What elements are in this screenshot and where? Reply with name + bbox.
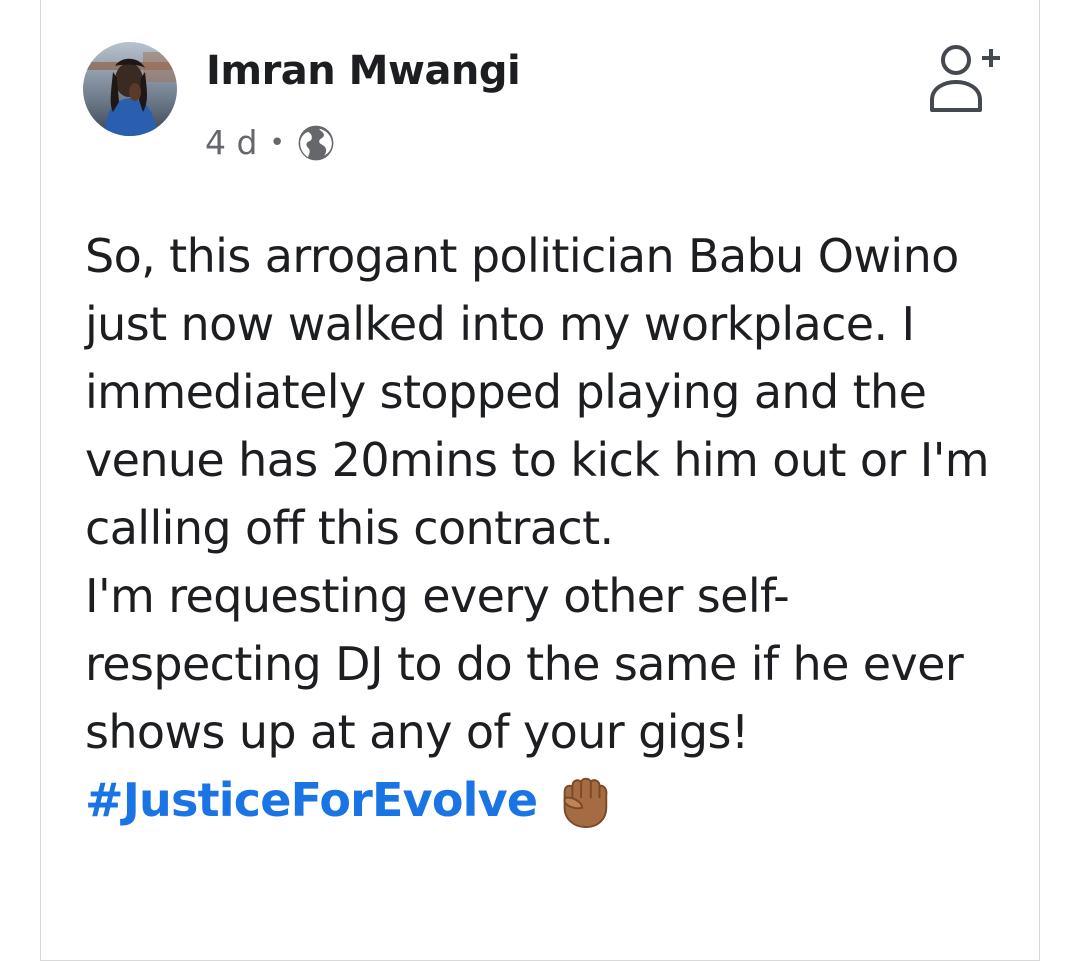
post-card: Imran Mwangi 4 d • So, this arrogant pol… [40, 0, 1040, 961]
post-body: So, this arrogant politician Babu Owino … [85, 222, 1015, 834]
avatar[interactable] [83, 42, 177, 136]
hashtag-link[interactable]: #JusticeForEvolve [85, 766, 538, 834]
globe-icon[interactable] [297, 124, 335, 162]
hashtag-line: #JusticeForEvolve [85, 766, 1015, 834]
meta-separator: • [269, 127, 285, 158]
post-meta: 4 d • [205, 123, 335, 162]
avatar-image [83, 42, 177, 136]
raised-fist-icon [563, 777, 608, 829]
author-name[interactable]: Imran Mwangi [206, 48, 521, 94]
post-time[interactable]: 4 d [205, 123, 257, 162]
post-paragraph: So, this arrogant politician Babu Owino … [85, 229, 990, 555]
post-paragraph: I'm requesting every other self-respecti… [85, 569, 964, 759]
add-friend-icon[interactable] [926, 38, 1004, 116]
